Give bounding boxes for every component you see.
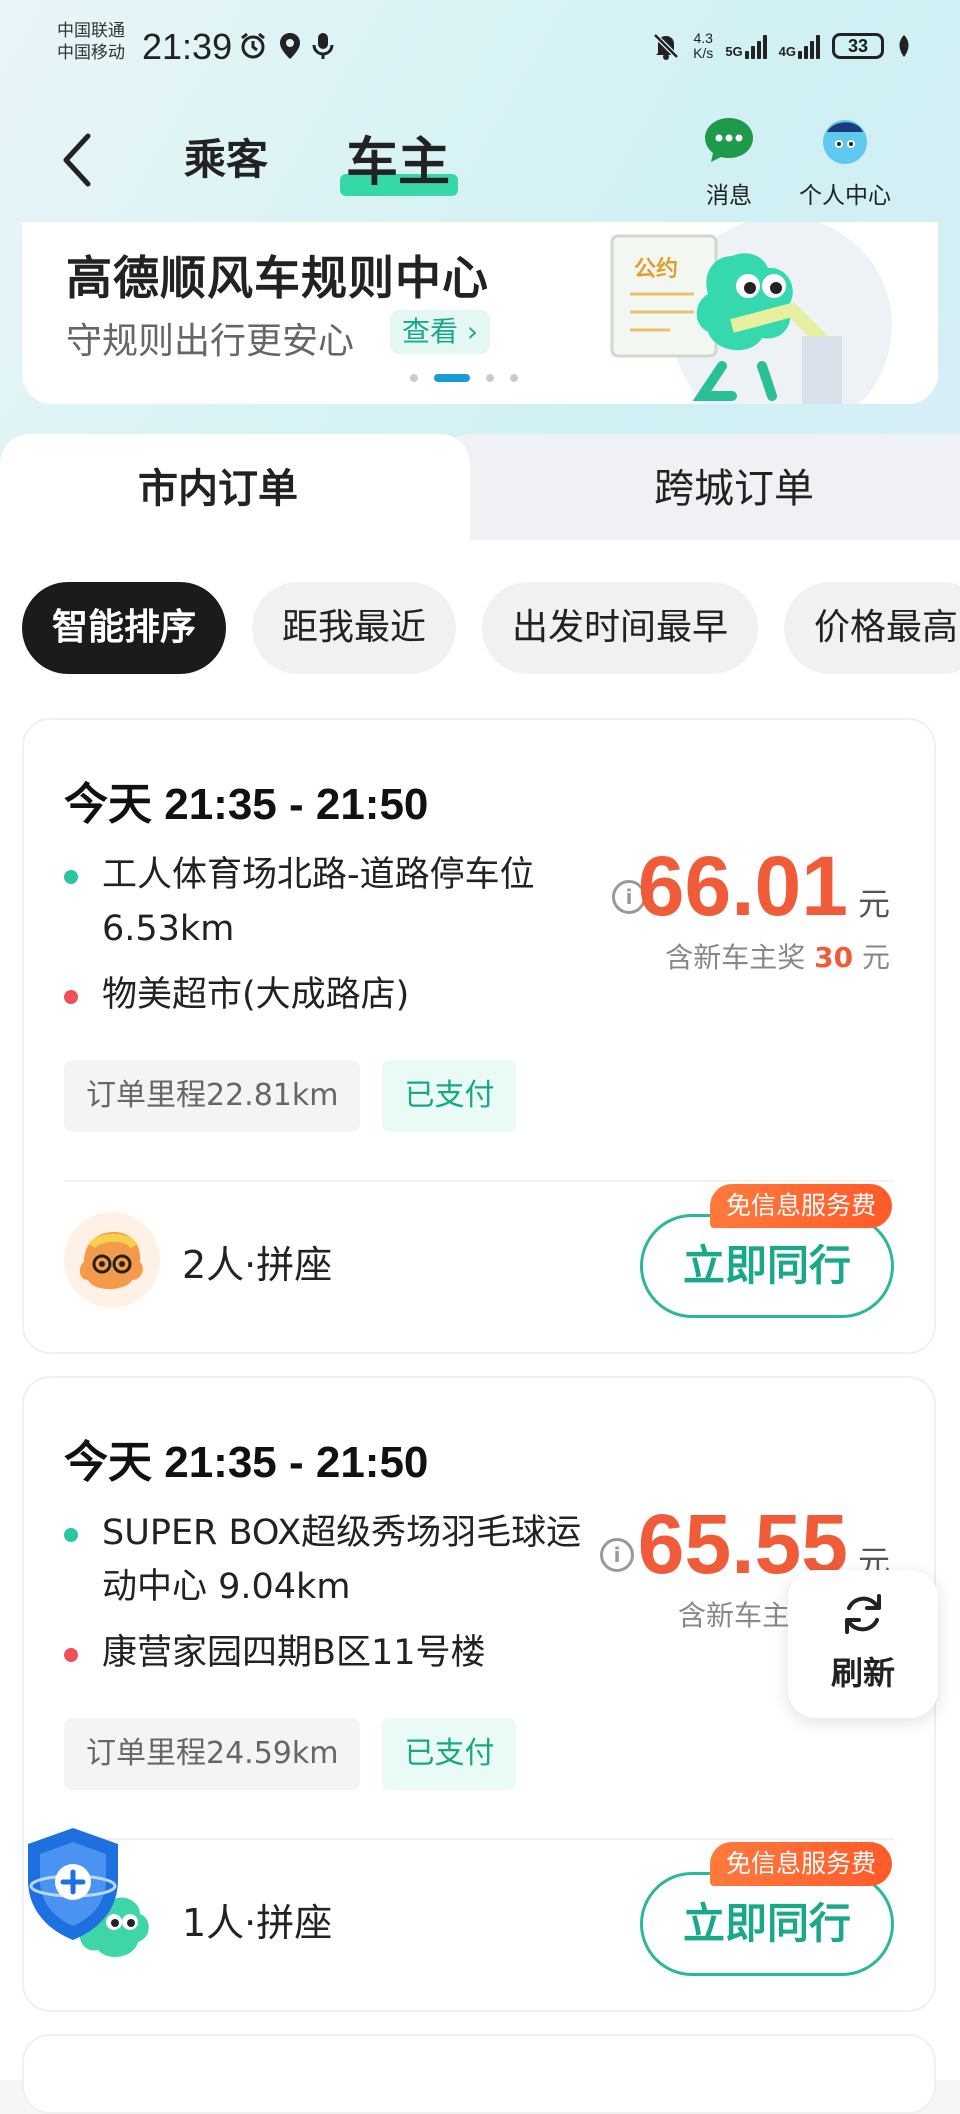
banner-subtitle: 守规则出行更安心 [66, 321, 355, 362]
order-price: 66.01 元 [638, 838, 890, 935]
price-unit: 元 [857, 885, 890, 923]
route-from: 工人体育场北路-道路停车位 6.53km [64, 848, 584, 956]
order-time: 今天 21:35 - 21:50 [64, 1438, 429, 1487]
order-card[interactable] [22, 2034, 936, 2114]
tab-intercity-orders[interactable]: 跨城订单 [440, 434, 960, 542]
route-from: SUPER BOX超级秀场羽毛球运动中心 9.04km [64, 1506, 584, 1614]
free-fee-badge: 免信息服务费 [709, 1184, 892, 1228]
banner-view-button[interactable]: 查看 › [390, 310, 491, 354]
profile-label: 个人中心 [799, 183, 891, 209]
refresh-label: 刷新 [830, 1654, 895, 1692]
filter-smart-sort[interactable]: 智能排序 [22, 582, 227, 674]
tab-passenger[interactable]: 乘客 [184, 126, 268, 187]
leaf-icon [899, 35, 909, 57]
origin-text: 工人体育场北路-道路停车位 6.53km [102, 855, 535, 949]
sort-filter-chips: 智能排序 距我最近 出发时间最早 价格最高 [22, 582, 960, 674]
network-speed: 4.3 K/s [693, 31, 713, 61]
carrier-2: 中国移动 [57, 43, 125, 63]
mileage-tag: 订单里程22.81km [64, 1060, 361, 1132]
new-owner-bonus: 含新车主 [678, 1594, 790, 1634]
profile-button[interactable]: 个人中心 [790, 114, 900, 210]
chat-bubble-icon [705, 118, 753, 162]
messages-button[interactable]: 消息 [674, 114, 784, 210]
bonus-unit: 元 [861, 941, 890, 974]
safety-shield-icon[interactable] [20, 1824, 126, 1944]
status-icons-right: 4.3 K/s 5G 4G 33 [651, 28, 912, 64]
origin-text: SUPER BOX超级秀场羽毛球运动中心 9.04km [102, 1513, 582, 1607]
destination-text: 物美超市(大成路店) [102, 975, 410, 1015]
filter-earliest-departure[interactable]: 出发时间最早 [482, 582, 759, 674]
carrier-1: 中国联通 [57, 21, 125, 41]
profile-avatar-icon [823, 120, 867, 164]
banner-title: 高德顺风车规则中心 [66, 251, 489, 305]
microphone-icon [312, 33, 334, 59]
signal-bars-icon [744, 33, 767, 59]
order-type-tabs: 跨城订单 市内订单 [0, 434, 960, 542]
battery-icon: 33 [832, 33, 884, 59]
origin-dot-icon [64, 870, 78, 884]
free-fee-badge: 免信息服务费 [709, 1842, 892, 1886]
bonus-prefix: 含新车主奖 [665, 941, 806, 974]
signal-1-label: 5G [725, 44, 743, 59]
battery-level: 33 [847, 35, 869, 56]
passenger-avatar-icon [64, 1212, 160, 1308]
order-tags: 订单里程22.81km 已支付 [64, 1060, 517, 1132]
bonus-prefix: 含新车主 [678, 1599, 791, 1632]
tab-owner[interactable]: 车主 [346, 120, 450, 195]
mileage-tag: 订单里程24.59km [64, 1718, 361, 1790]
refresh-button[interactable]: 刷新 [788, 1570, 938, 1718]
poster-text: 公约 [634, 256, 678, 282]
mute-bell-icon [653, 33, 679, 60]
paid-tag: 已支付 [382, 1060, 517, 1132]
tab-city-label: 市内订单 [138, 466, 298, 512]
status-time: 21:39 [142, 26, 233, 67]
destination-dot-icon [64, 1648, 78, 1662]
paid-tag: 已支付 [382, 1718, 517, 1790]
new-owner-bonus: 含新车主奖 30 元 [665, 936, 890, 976]
divider [64, 1838, 894, 1840]
refresh-icon [845, 1594, 881, 1634]
tab-intercity-label: 跨城订单 [654, 466, 814, 512]
carousel-dots [410, 374, 518, 382]
price-amount: 66.01 [637, 839, 848, 933]
destination-text: 康营家园四期B区11号楼 [102, 1633, 486, 1673]
network-speed-value: 4.3 [693, 30, 713, 46]
route-to: 物美超市(大成路店) [64, 968, 584, 1022]
network-speed-unit: K/s [693, 45, 714, 61]
chevron-right-icon: › [466, 315, 479, 348]
origin-dot-icon [64, 1528, 78, 1542]
price-info-icon[interactable]: i [600, 1538, 634, 1572]
seat-info: 2人·拼座 [182, 1243, 333, 1287]
rules-banner[interactable]: 高德顺风车规则中心 守规则出行更安心 查看 › 公约 [22, 222, 938, 404]
accept-order-button[interactable]: 立即同行 [640, 1872, 894, 1976]
order-tags: 订单里程24.59km 已支付 [64, 1718, 517, 1790]
signal-2: 4G [779, 33, 820, 59]
tab-city-orders[interactable]: 市内订单 [0, 434, 470, 542]
accept-order-button[interactable]: 立即同行 [640, 1214, 894, 1318]
mascot-illustration: 公约 [610, 222, 892, 404]
order-time: 今天 21:35 - 21:50 [64, 780, 429, 829]
seat-info: 1人·拼座 [182, 1901, 333, 1945]
location-icon [280, 33, 300, 59]
status-bar: 中国联通 中国移动 21:39 4.3 K/s 5G 4G 33 [0, 0, 960, 96]
signal-1: 5G [725, 33, 767, 59]
back-arrow-icon[interactable] [58, 130, 98, 190]
carrier-names: 中国联通 中国移动 [57, 20, 125, 64]
route-to: 康营家园四期B区11号楼 [64, 1626, 584, 1680]
signal-2-label: 4G [778, 44, 796, 59]
banner-view-label: 查看 [402, 315, 459, 348]
alarm-icon [241, 32, 265, 59]
order-card[interactable]: 今天 21:35 - 21:50 工人体育场北路-道路停车位 6.53km 物美… [22, 718, 936, 1354]
messages-label: 消息 [706, 183, 752, 209]
filter-highest-price[interactable]: 价格最高 [784, 582, 960, 674]
divider [64, 1180, 894, 1182]
bonus-value: 30 [814, 941, 854, 974]
destination-dot-icon [64, 990, 78, 1004]
status-icons-left [238, 28, 334, 64]
signal-bars-icon [798, 33, 820, 59]
filter-nearest[interactable]: 距我最近 [252, 582, 457, 674]
